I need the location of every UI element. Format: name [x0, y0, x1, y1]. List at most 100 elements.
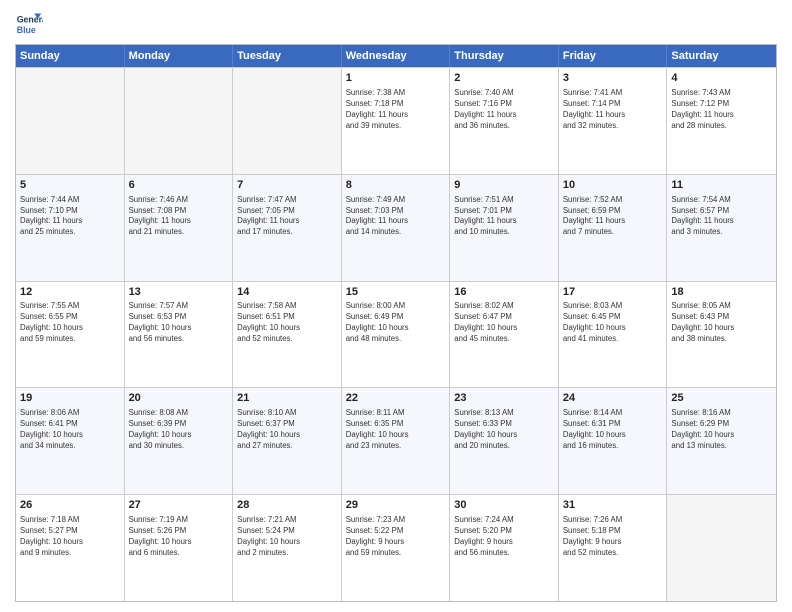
day-number: 19 — [20, 391, 120, 406]
cal-cell-r3-c3: 22Sunrise: 8:11 AMSunset: 6:35 PMDayligh… — [342, 388, 451, 494]
day-number: 17 — [563, 285, 663, 300]
day-number: 6 — [129, 178, 229, 193]
cal-cell-r2-c1: 13Sunrise: 7:57 AMSunset: 6:53 PMDayligh… — [125, 282, 234, 388]
sun-info: Sunrise: 7:26 AMSunset: 5:18 PMDaylight:… — [563, 515, 663, 559]
cal-cell-r4-c5: 31 Sunrise: 7:26 AMSunset: 5:18 PMDayligh… — [559, 495, 668, 601]
day-number: 21 — [237, 391, 337, 406]
sun-info: Sunrise: 8:08 AMSunset: 6:39 PMDaylight:… — [129, 408, 229, 452]
day-number: 13 — [129, 285, 229, 300]
header-cell-thursday: Thursday — [450, 45, 559, 67]
calendar: SundayMondayTuesdayWednesdayThursdayFrid… — [15, 44, 777, 602]
sun-info: Sunrise: 7:54 AMSunset: 6:57 PMDaylight:… — [671, 195, 772, 239]
day-number: 12 — [20, 285, 120, 300]
sun-info: Sunrise: 7:21 AMSunset: 5:24 PMDaylight:… — [237, 515, 337, 559]
day-number: 20 — [129, 391, 229, 406]
cal-cell-r4-c1: 27Sunrise: 7:19 AMSunset: 5:26 PMDayligh… — [125, 495, 234, 601]
cal-cell-r1-c6: 11 Sunrise: 7:54 AMSunset: 6:57 PMDayligh… — [667, 175, 776, 281]
day-number: 11 — [671, 178, 772, 193]
sun-info: Sunrise: 7:57 AMSunset: 6:53 PMDaylight:… — [129, 301, 229, 345]
cal-cell-r0-c1 — [125, 68, 234, 174]
sun-info: Sunrise: 7:51 AMSunset: 7:01 PMDaylight:… — [454, 195, 554, 239]
sun-info: Sunrise: 8:14 AMSunset: 6:31 PMDaylight:… — [563, 408, 663, 452]
calendar-row-3: 19 Sunrise: 8:06 AMSunset: 6:41 PMDayligh… — [16, 387, 776, 494]
page: General Blue SundayMondayTuesdayWednesda… — [0, 0, 792, 612]
day-number: 4 — [671, 71, 772, 86]
sun-info: Sunrise: 7:23 AMSunset: 5:22 PMDaylight:… — [346, 515, 446, 559]
svg-text:Blue: Blue — [17, 25, 36, 35]
day-number: 9 — [454, 178, 554, 193]
cal-cell-r0-c5: 3 Sunrise: 7:41 AMSunset: 7:14 PMDaylight… — [559, 68, 668, 174]
calendar-row-0: 1 Sunrise: 7:38 AMSunset: 7:18 PMDaylight… — [16, 67, 776, 174]
header-cell-wednesday: Wednesday — [342, 45, 451, 67]
cal-cell-r2-c4: 16Sunrise: 8:02 AMSunset: 6:47 PMDayligh… — [450, 282, 559, 388]
day-number: 15 — [346, 285, 446, 300]
header-cell-saturday: Saturday — [667, 45, 776, 67]
cal-cell-r3-c0: 19 Sunrise: 8:06 AMSunset: 6:41 PMDayligh… — [16, 388, 125, 494]
cal-cell-r4-c2: 28 Sunrise: 7:21 AMSunset: 5:24 PMDayligh… — [233, 495, 342, 601]
cal-cell-r0-c4: 2 Sunrise: 7:40 AMSunset: 7:16 PMDaylight… — [450, 68, 559, 174]
day-number: 25 — [671, 391, 772, 406]
sun-info: Sunrise: 7:49 AMSunset: 7:03 PMDaylight:… — [346, 195, 446, 239]
header-cell-tuesday: Tuesday — [233, 45, 342, 67]
calendar-row-2: 12Sunrise: 7:55 AMSunset: 6:55 PMDayligh… — [16, 281, 776, 388]
sun-info: Sunrise: 7:47 AMSunset: 7:05 PMDaylight:… — [237, 195, 337, 239]
sun-info: Sunrise: 8:06 AMSunset: 6:41 PMDaylight:… — [20, 408, 120, 452]
sun-info: Sunrise: 8:02 AMSunset: 6:47 PMDaylight:… — [454, 301, 554, 345]
cal-cell-r2-c6: 18Sunrise: 8:05 AMSunset: 6:43 PMDayligh… — [667, 282, 776, 388]
day-number: 10 — [563, 178, 663, 193]
sun-info: Sunrise: 8:13 AMSunset: 6:33 PMDaylight:… — [454, 408, 554, 452]
cal-cell-r0-c2 — [233, 68, 342, 174]
cal-cell-r1-c2: 7 Sunrise: 7:47 AMSunset: 7:05 PMDaylight… — [233, 175, 342, 281]
cal-cell-r0-c3: 1 Sunrise: 7:38 AMSunset: 7:18 PMDaylight… — [342, 68, 451, 174]
day-number: 1 — [346, 71, 446, 86]
cal-cell-r4-c6 — [667, 495, 776, 601]
cal-cell-r1-c4: 9 Sunrise: 7:51 AMSunset: 7:01 PMDaylight… — [450, 175, 559, 281]
day-number: 7 — [237, 178, 337, 193]
sun-info: Sunrise: 7:24 AMSunset: 5:20 PMDaylight:… — [454, 515, 554, 559]
day-number: 28 — [237, 498, 337, 513]
sun-info: Sunrise: 7:18 AMSunset: 5:27 PMDaylight:… — [20, 515, 120, 559]
cal-cell-r0-c0 — [16, 68, 125, 174]
day-number: 14 — [237, 285, 337, 300]
sun-info: Sunrise: 7:55 AMSunset: 6:55 PMDaylight:… — [20, 301, 120, 345]
day-number: 8 — [346, 178, 446, 193]
logo: General Blue — [15, 10, 47, 38]
cal-cell-r1-c3: 8 Sunrise: 7:49 AMSunset: 7:03 PMDaylight… — [342, 175, 451, 281]
header-cell-monday: Monday — [125, 45, 234, 67]
cal-cell-r3-c5: 24 Sunrise: 8:14 AMSunset: 6:31 PMDayligh… — [559, 388, 668, 494]
logo-icon: General Blue — [15, 10, 43, 38]
sun-info: Sunrise: 7:44 AMSunset: 7:10 PMDaylight:… — [20, 195, 120, 239]
day-number: 24 — [563, 391, 663, 406]
day-number: 29 — [346, 498, 446, 513]
cal-cell-r2-c0: 12Sunrise: 7:55 AMSunset: 6:55 PMDayligh… — [16, 282, 125, 388]
cal-cell-r3-c6: 25 Sunrise: 8:16 AMSunset: 6:29 PMDayligh… — [667, 388, 776, 494]
day-number: 23 — [454, 391, 554, 406]
day-number: 31 — [563, 498, 663, 513]
sun-info: Sunrise: 8:16 AMSunset: 6:29 PMDaylight:… — [671, 408, 772, 452]
cal-cell-r0-c6: 4Sunrise: 7:43 AMSunset: 7:12 PMDaylight… — [667, 68, 776, 174]
sun-info: Sunrise: 7:40 AMSunset: 7:16 PMDaylight:… — [454, 88, 554, 132]
calendar-header: SundayMondayTuesdayWednesdayThursdayFrid… — [16, 45, 776, 67]
day-number: 30 — [454, 498, 554, 513]
sun-info: Sunrise: 8:10 AMSunset: 6:37 PMDaylight:… — [237, 408, 337, 452]
sun-info: Sunrise: 7:46 AMSunset: 7:08 PMDaylight:… — [129, 195, 229, 239]
cal-cell-r3-c2: 21 Sunrise: 8:10 AMSunset: 6:37 PMDayligh… — [233, 388, 342, 494]
sun-info: Sunrise: 7:58 AMSunset: 6:51 PMDaylight:… — [237, 301, 337, 345]
cal-cell-r1-c1: 6 Sunrise: 7:46 AMSunset: 7:08 PMDaylight… — [125, 175, 234, 281]
day-number: 3 — [563, 71, 663, 86]
sun-info: Sunrise: 7:41 AMSunset: 7:14 PMDaylight:… — [563, 88, 663, 132]
calendar-row-4: 26Sunrise: 7:18 AMSunset: 5:27 PMDayligh… — [16, 494, 776, 601]
cal-cell-r3-c1: 20 Sunrise: 8:08 AMSunset: 6:39 PMDayligh… — [125, 388, 234, 494]
header-cell-sunday: Sunday — [16, 45, 125, 67]
sun-info: Sunrise: 7:52 AMSunset: 6:59 PMDaylight:… — [563, 195, 663, 239]
cal-cell-r4-c0: 26Sunrise: 7:18 AMSunset: 5:27 PMDayligh… — [16, 495, 125, 601]
day-number: 22 — [346, 391, 446, 406]
cal-cell-r3-c4: 23 Sunrise: 8:13 AMSunset: 6:33 PMDayligh… — [450, 388, 559, 494]
sun-info: Sunrise: 8:00 AMSunset: 6:49 PMDaylight:… — [346, 301, 446, 345]
cal-cell-r2-c2: 14Sunrise: 7:58 AMSunset: 6:51 PMDayligh… — [233, 282, 342, 388]
day-number: 2 — [454, 71, 554, 86]
cal-cell-r1-c5: 10 Sunrise: 7:52 AMSunset: 6:59 PMDayligh… — [559, 175, 668, 281]
cal-cell-r1-c0: 5Sunrise: 7:44 AMSunset: 7:10 PMDaylight… — [16, 175, 125, 281]
day-number: 18 — [671, 285, 772, 300]
sun-info: Sunrise: 7:38 AMSunset: 7:18 PMDaylight:… — [346, 88, 446, 132]
